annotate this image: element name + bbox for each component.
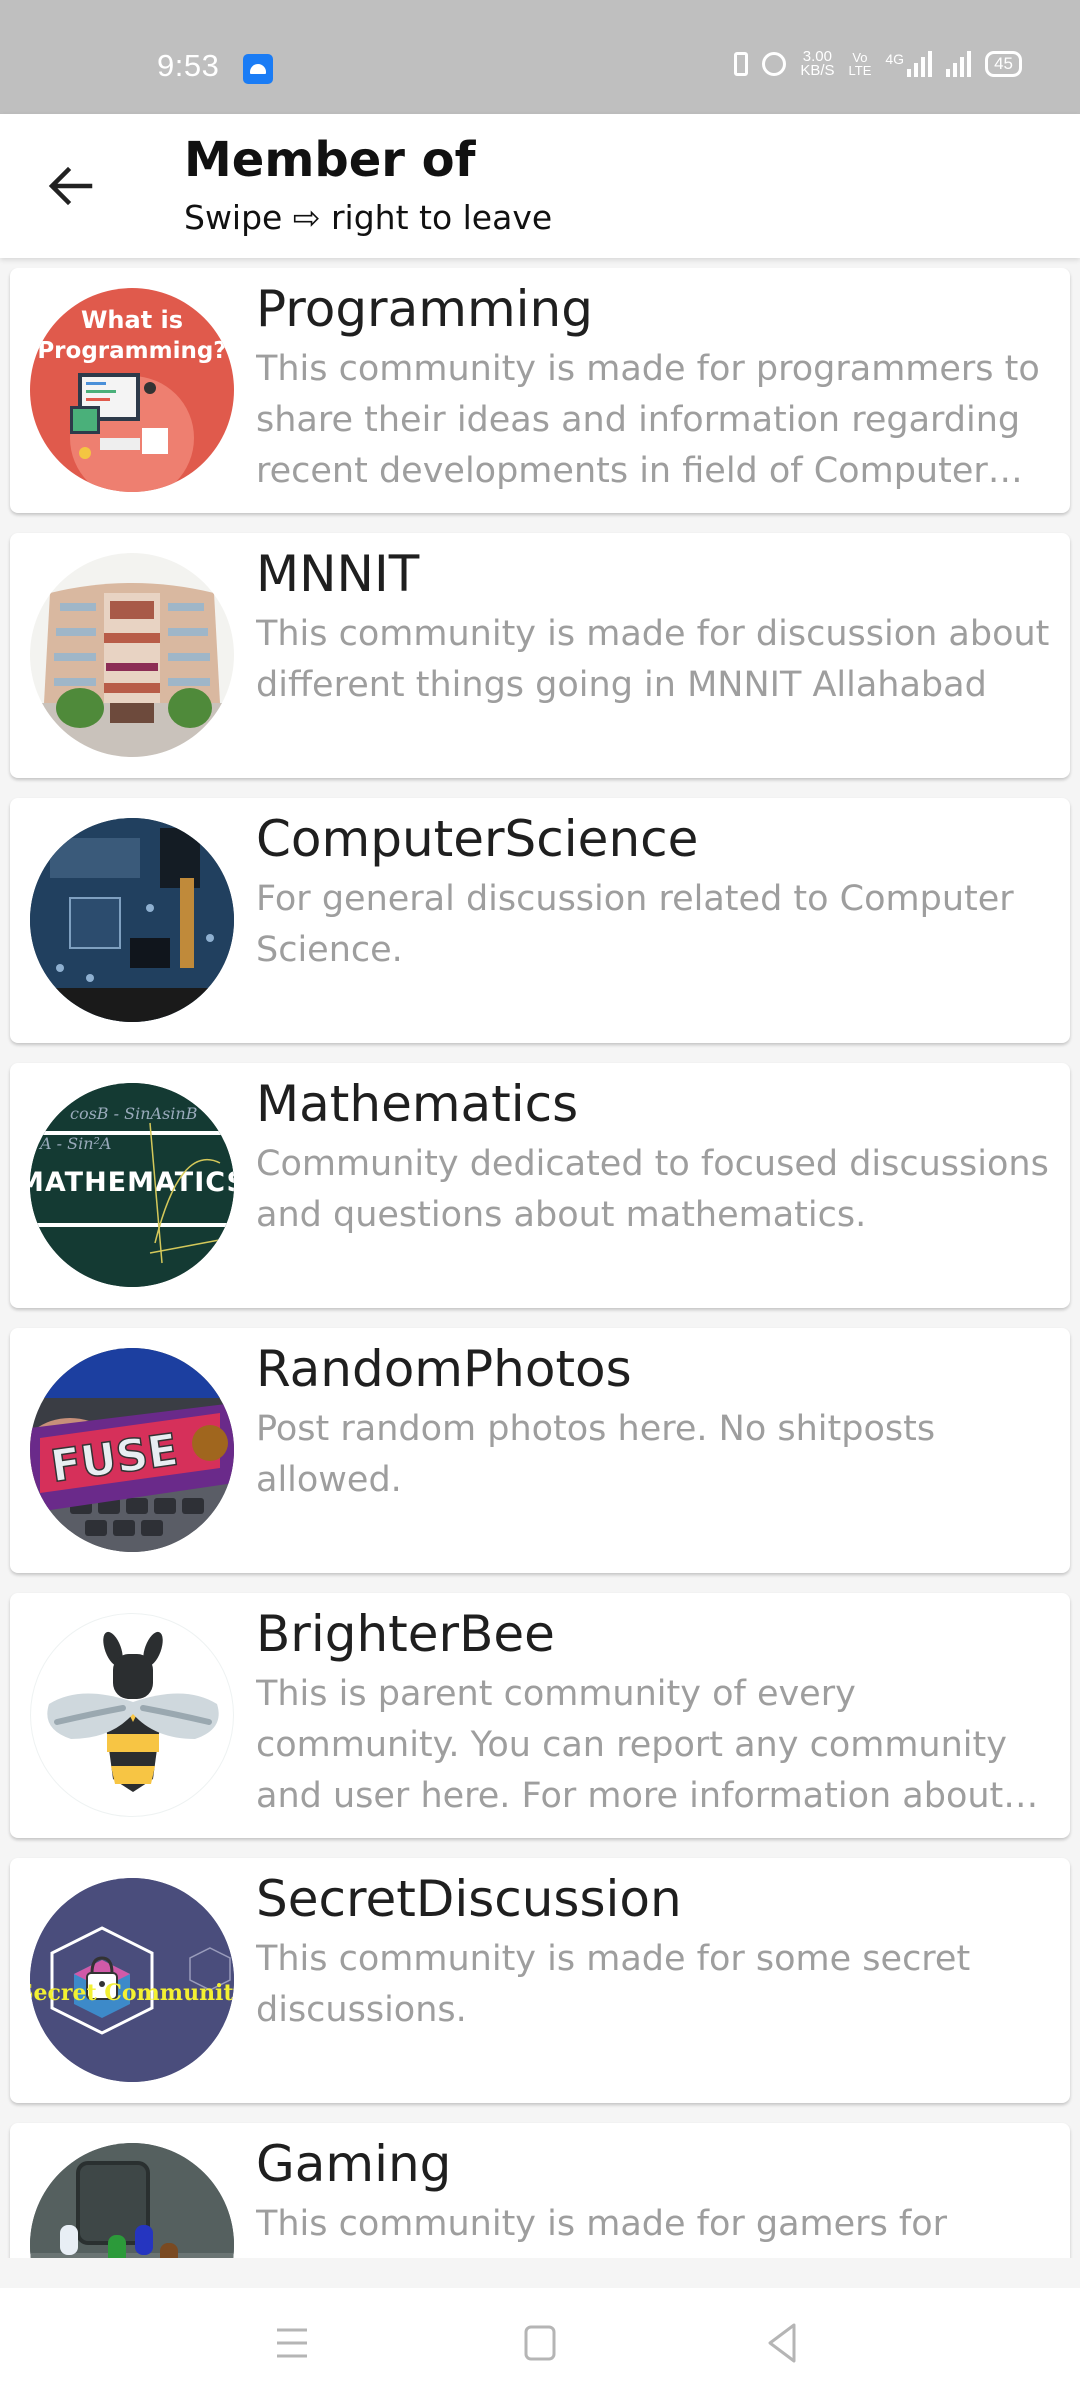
mnnit-building-avatar xyxy=(30,553,234,757)
net-speed-unit: KB/S xyxy=(800,62,835,79)
secret-community-avatar: Secret Community xyxy=(30,1878,234,2082)
community-card[interactable]: FUSE RandomPhotos Post random photos her… xyxy=(10,1328,1070,1573)
community-info: RandomPhotos Post random photos here. No… xyxy=(256,1336,1062,1506)
mathematics-chalkboard-avatar: cosB - SinAsinB A - Sin²A MATHEMATICS xyxy=(30,1083,234,1287)
community-name: BrighterBee xyxy=(256,1605,555,1663)
signal-icon xyxy=(946,51,972,77)
battery-icon: 45 xyxy=(985,51,1022,77)
community-name: SecretDiscussion xyxy=(256,1870,682,1928)
back-triangle-icon xyxy=(768,2323,796,2363)
community-card[interactable]: ComputerScience For general discussion r… xyxy=(10,798,1070,1043)
battery-level: 45 xyxy=(994,54,1013,73)
community-name: Gaming xyxy=(256,2135,452,2193)
community-description: For general discussion related to Comput… xyxy=(256,879,1014,970)
home-square-icon xyxy=(524,2325,556,2361)
home-button[interactable] xyxy=(510,2318,570,2368)
community-name: MNNIT xyxy=(256,545,420,603)
volte-icon: Vo LTE xyxy=(849,51,872,77)
app-bar: Member of Swipe ⇨ right to leave xyxy=(0,114,1080,258)
community-description: This community is made for discussion ab… xyxy=(256,614,1050,705)
community-info: Gaming This community is made for gamers… xyxy=(256,2131,1062,2250)
svg-text:What is: What is xyxy=(81,306,183,334)
community-info: Mathematics Community dedicated to focus… xyxy=(256,1071,1062,1241)
community-card[interactable]: MNNIT This community is made for discuss… xyxy=(10,533,1070,778)
community-description: Post random photos here. No shitposts al… xyxy=(256,1409,936,1500)
community-description: Community dedicated to focused discussio… xyxy=(256,1144,1049,1235)
community-info: ComputerScience For general discussion r… xyxy=(256,806,1062,976)
menu-icon xyxy=(277,2328,307,2358)
community-description: This community is made for some secret d… xyxy=(256,1939,971,2030)
system-nav-bar xyxy=(0,2288,1080,2400)
bee-avatar xyxy=(30,1613,234,1817)
community-card[interactable]: Gaming This community is made for gamers… xyxy=(10,2123,1070,2258)
svg-text:cosB - SinAsinB: cosB - SinAsinB xyxy=(70,1104,198,1123)
status-time: 9:53 xyxy=(157,48,220,83)
programming-avatar: What is Programming? xyxy=(30,288,234,492)
community-info: Programming This community is made for p… xyxy=(256,276,1062,497)
android-icon xyxy=(243,54,273,84)
network-type: 4G xyxy=(885,51,905,67)
svg-text:Programming?: Programming? xyxy=(37,338,226,364)
arrow-left-icon xyxy=(48,166,93,206)
among-us-avatar xyxy=(30,2143,234,2258)
svg-text:Secret Community: Secret Community xyxy=(30,1980,234,2006)
fuse-chocolate-avatar: FUSE xyxy=(30,1348,234,1552)
community-description: This is parent community of every commun… xyxy=(256,1674,1007,1816)
signal-4g-icon: 4G xyxy=(885,51,933,77)
community-name: Programming xyxy=(256,280,593,338)
vibrate-icon xyxy=(734,52,749,76)
community-card[interactable]: cosB - SinAsinB A - Sin²A MATHEMATICS Ma… xyxy=(10,1063,1070,1308)
community-description: This community is made for gamers for xyxy=(256,2204,948,2244)
community-card[interactable]: BrighterBee This is parent community of … xyxy=(10,1593,1070,1838)
net-speed: 3.00 KB/S xyxy=(800,49,835,79)
status-icons: 3.00 KB/S Vo LTE 4G 45 xyxy=(734,49,1022,79)
community-name: RandomPhotos xyxy=(256,1340,632,1398)
community-list[interactable]: What is Programming? Programming This co… xyxy=(0,268,1080,2258)
page-title: Member of xyxy=(184,132,476,188)
back-button[interactable] xyxy=(46,164,96,208)
page-subtitle: Swipe ⇨ right to leave xyxy=(184,198,553,237)
community-info: SecretDiscussion This community is made … xyxy=(256,1866,1062,2036)
recents-button[interactable] xyxy=(262,2318,322,2368)
svg-text:MATHEMATICS: MATHEMATICS xyxy=(30,1167,234,1198)
circuit-board-avatar xyxy=(30,818,234,1022)
community-card[interactable]: What is Programming? Programming This co… xyxy=(10,268,1070,513)
volte-bottom: LTE xyxy=(848,63,872,78)
svg-text:A - Sin²A: A - Sin²A xyxy=(38,1134,111,1153)
community-card[interactable]: Secret Community SecretDiscussion This c… xyxy=(10,1858,1070,2103)
status-bar: 9:53 3.00 KB/S Vo LTE 4G 45 xyxy=(0,0,1080,114)
community-info: MNNIT This community is made for discuss… xyxy=(256,541,1062,711)
community-name: ComputerScience xyxy=(256,810,699,868)
community-name: Mathematics xyxy=(256,1075,579,1133)
community-info: BrighterBee This is parent community of … xyxy=(256,1601,1062,1822)
alarm-icon xyxy=(762,52,787,76)
back-nav-button[interactable] xyxy=(754,2318,814,2368)
community-description: This community is made for programmers t… xyxy=(256,349,1040,491)
